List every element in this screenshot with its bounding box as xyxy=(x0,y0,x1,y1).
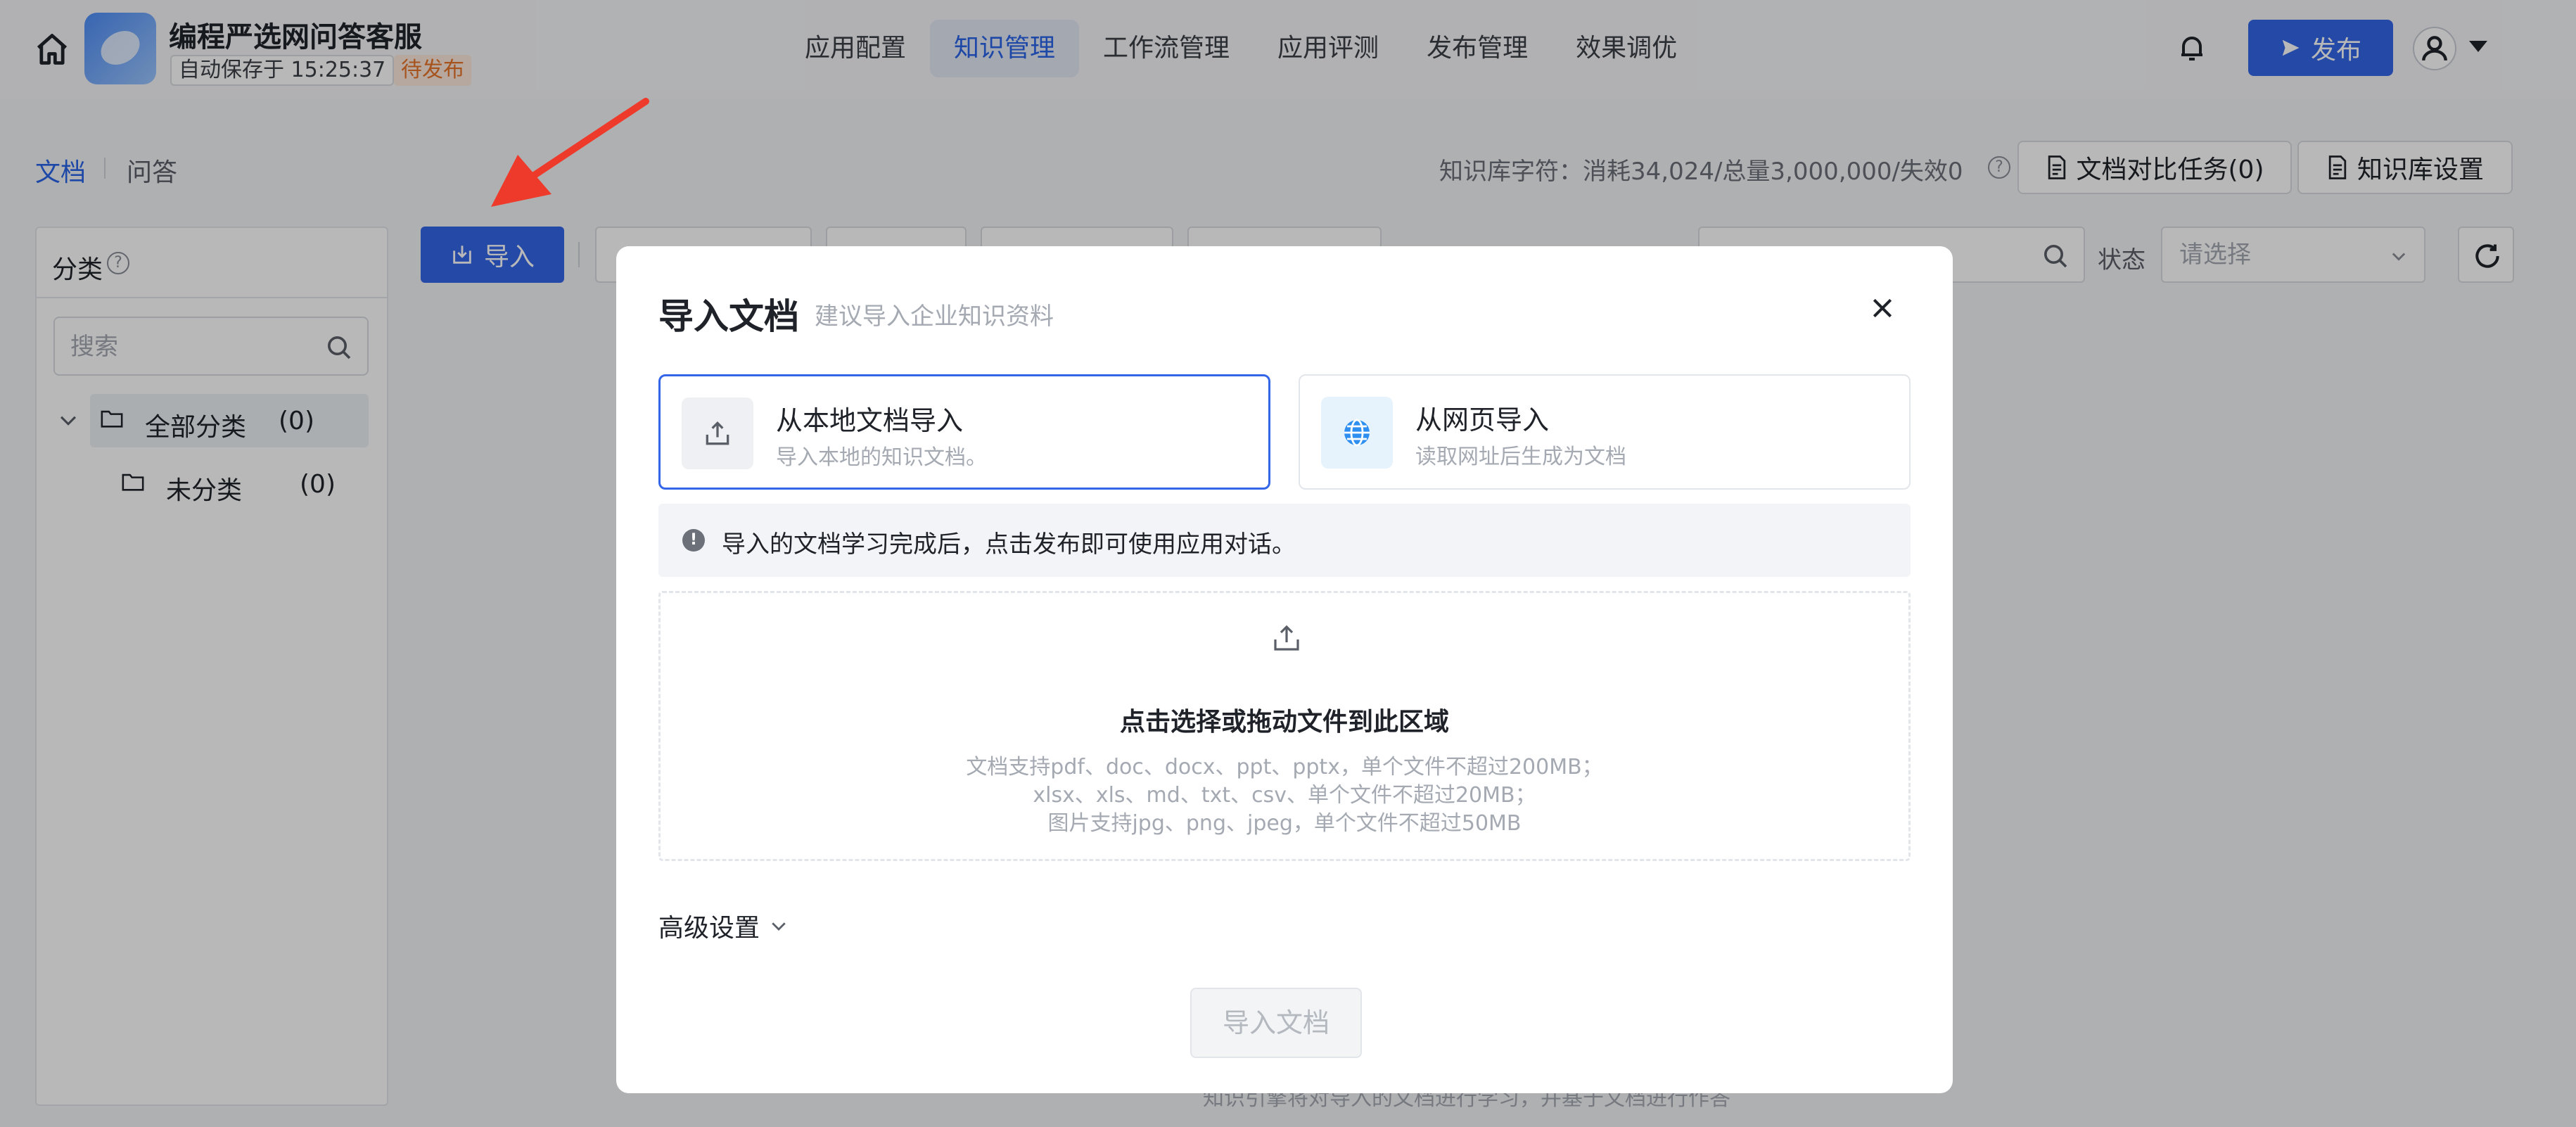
dropzone-hint: 文档支持pdf、doc、docx、ppt、pptx，单个文件不超过200MB； xyxy=(966,755,1603,779)
dropzone-hint: 图片支持jpg、png、jpeg，单个文件不超过50MB xyxy=(1047,811,1522,836)
file-dropzone[interactable]: 点击选择或拖动文件到此区域 文档支持pdf、doc、docx、ppt、pptx，… xyxy=(658,591,1911,861)
info-icon: ! xyxy=(682,529,705,552)
advanced-settings-label: 高级设置 xyxy=(658,914,760,943)
dialog-title: 导入文档 xyxy=(658,296,799,337)
globe-icon-box xyxy=(1321,397,1393,469)
upload-icon xyxy=(1274,625,1299,651)
dialog-subtitle: 建议导入企业知识资料 xyxy=(815,303,1054,331)
notice-text: 导入的文档学习完成后，点击发布即可使用应用对话。 xyxy=(722,530,1296,559)
dropzone-title: 点击选择或拖动文件到此区域 xyxy=(1119,708,1449,737)
source-title: 从网页导入 xyxy=(1415,405,1550,435)
dropzone-hint: xlsx、xls、md、txt、csv、单个文件不超过20MB； xyxy=(1033,783,1536,808)
upload-icon xyxy=(706,421,729,445)
source-local-file[interactable]: 从本地文档导入 导入本地的知识文档。 xyxy=(658,374,1270,490)
close-icon[interactable] xyxy=(1868,294,1896,322)
source-title: 从本地文档导入 xyxy=(776,405,964,436)
source-description: 导入本地的知识文档。 xyxy=(776,445,987,470)
source-webpage[interactable]: 从网页导入 读取网址后生成为文档 xyxy=(1299,374,1911,490)
upload-icon-box xyxy=(682,397,753,469)
import-document-button[interactable]: 导入文档 xyxy=(1190,988,1362,1058)
chevron-down-icon xyxy=(772,922,786,931)
info-notice: ! 导入的文档学习完成后，点击发布即可使用应用对话。 xyxy=(658,504,1911,577)
source-description: 读取网址后生成为文档 xyxy=(1415,445,1626,469)
annotation-arrow-icon xyxy=(491,98,649,207)
advanced-settings-toggle[interactable]: 高级设置 xyxy=(658,908,789,944)
globe-icon xyxy=(1344,419,1370,447)
